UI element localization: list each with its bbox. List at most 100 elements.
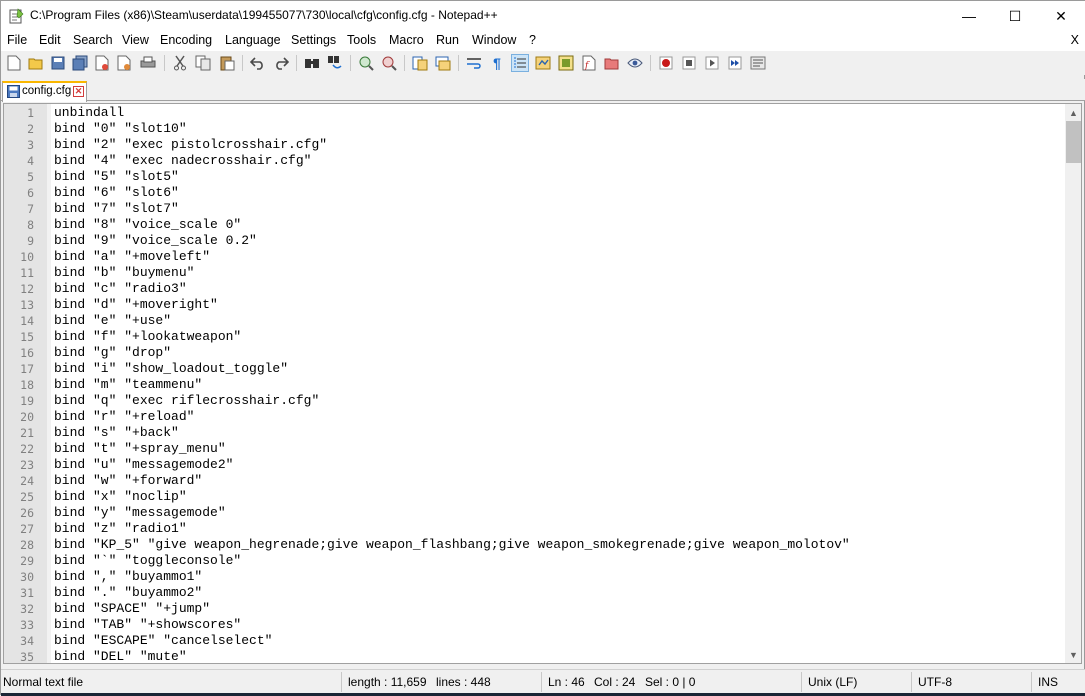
line-text: bind "." "buyammo2": [54, 585, 203, 600]
text-editor[interactable]: 1 unbindall 2 bind "0" "slot10" 3 bind "2" "e…: [3, 103, 1082, 664]
line-text: bind "9" "voice_scale 0.2": [54, 233, 257, 248]
line-number: 27: [20, 522, 34, 536]
scrollbar-thumb[interactable]: [1066, 121, 1081, 163]
line-number: 31: [20, 586, 34, 600]
indent-guide-icon[interactable]: [511, 54, 529, 72]
line-number: 26: [20, 506, 34, 520]
close-window-button[interactable]: ✕: [1038, 1, 1084, 31]
encoding-status[interactable]: UTF-8: [918, 675, 952, 689]
code-line: 24 bind "w" "+forward": [4, 473, 1064, 489]
line-text: bind "8" "voice_scale 0": [54, 217, 242, 232]
code-line: 4 bind "4" "exec nadecrosshair.cfg": [4, 153, 1064, 169]
save-all-icon[interactable]: [71, 54, 89, 72]
sync-horizontal-icon[interactable]: [434, 54, 452, 72]
menu-help[interactable]: ?: [529, 33, 536, 47]
line-text: bind "g" "drop": [54, 345, 172, 360]
record-macro-icon[interactable]: [657, 54, 675, 72]
line-text: unbindall: [54, 105, 125, 120]
run-macro-multiple-icon[interactable]: [726, 54, 744, 72]
save-icon[interactable]: [49, 54, 67, 72]
status-bar: Normal text file length : 11,659 lines :…: [1, 669, 1085, 693]
line-text: bind "y" "messagemode": [54, 505, 226, 520]
close-document-button[interactable]: X: [1071, 33, 1079, 47]
user-defined-language-icon[interactable]: [534, 54, 552, 72]
close-file-icon[interactable]: [93, 54, 111, 72]
tab-close-button[interactable]: ✕: [73, 86, 84, 97]
menu-language[interactable]: Language: [225, 33, 281, 47]
code-line: 17 bind "i" "show_loadout_toggle": [4, 361, 1064, 377]
line-text: bind "7" "slot7": [54, 201, 179, 216]
menu-settings[interactable]: Settings: [291, 33, 336, 47]
save-macro-icon[interactable]: [749, 54, 767, 72]
menu-view[interactable]: View: [122, 33, 149, 47]
new-file-icon[interactable]: [5, 54, 23, 72]
stop-macro-icon[interactable]: [680, 54, 698, 72]
monitoring-eye-icon[interactable]: [626, 54, 644, 72]
menu-macro[interactable]: Macro: [389, 33, 424, 47]
print-icon[interactable]: [139, 54, 157, 72]
tab-bar: config.cfg ✕: [1, 79, 1085, 102]
code-line: 33 bind "TAB" "+showscores": [4, 617, 1064, 633]
menu-search[interactable]: Search: [73, 33, 113, 47]
find-icon[interactable]: [303, 54, 321, 72]
line-text: bind "ESCAPE" "cancelselect": [54, 633, 273, 648]
line-text: bind "," "buyammo1": [54, 569, 203, 584]
scroll-down-arrow-icon[interactable]: ▼: [1065, 646, 1081, 663]
window-title: C:\Program Files (x86)\Steam\userdata\19…: [30, 8, 498, 22]
code-line: 2 bind "0" "slot10": [4, 121, 1064, 137]
show-all-characters-icon[interactable]: ¶: [488, 54, 506, 72]
zoom-in-icon[interactable]: [357, 54, 375, 72]
line-number: 28: [20, 538, 34, 552]
insert-mode-status[interactable]: INS: [1038, 675, 1058, 689]
tab-config-cfg[interactable]: config.cfg ✕: [2, 81, 87, 102]
length-status: length : 11,659: [348, 675, 427, 689]
undo-icon[interactable]: [249, 54, 267, 72]
status-separator: [341, 672, 342, 692]
menu-window[interactable]: Window: [472, 33, 516, 47]
code-line: 9 bind "9" "voice_scale 0.2": [4, 233, 1064, 249]
line-text: bind "`" "toggleconsole": [54, 553, 242, 568]
open-file-icon[interactable]: [27, 54, 45, 72]
replace-icon[interactable]: [326, 54, 344, 72]
line-number: 16: [20, 346, 34, 360]
line-number: 12: [20, 282, 34, 296]
maximize-button[interactable]: ☐: [992, 1, 1038, 31]
document-map-icon[interactable]: [557, 54, 575, 72]
code-line: 26 bind "y" "messagemode": [4, 505, 1064, 521]
play-macro-icon[interactable]: [703, 54, 721, 72]
code-line: 19 bind "q" "exec riflecrosshair.cfg": [4, 393, 1064, 409]
close-all-icon[interactable]: [115, 54, 133, 72]
code-line: 27 bind "z" "radio1": [4, 521, 1064, 537]
folder-as-workspace-icon[interactable]: [603, 54, 621, 72]
eol-format-status[interactable]: Unix (LF): [808, 675, 857, 689]
code-line: 12 bind "c" "radio3": [4, 281, 1064, 297]
sync-vertical-icon[interactable]: [411, 54, 429, 72]
status-separator: [1031, 672, 1032, 692]
title-bar[interactable]: C:\Program Files (x86)\Steam\userdata\19…: [1, 1, 1085, 31]
line-position-status: Ln : 46: [548, 675, 585, 689]
menu-edit[interactable]: Edit: [39, 33, 61, 47]
minimize-button[interactable]: —: [946, 1, 992, 31]
vertical-scrollbar[interactable]: ▲ ▼: [1065, 104, 1081, 663]
cut-icon[interactable]: [171, 54, 189, 72]
menu-file[interactable]: File: [7, 33, 27, 47]
tab-label: config.cfg: [22, 85, 72, 97]
line-number: 6: [27, 186, 34, 200]
menu-tools[interactable]: Tools: [347, 33, 376, 47]
status-separator: [541, 672, 542, 692]
menu-encoding[interactable]: Encoding: [160, 33, 212, 47]
column-position-status: Col : 24: [594, 675, 636, 689]
menu-run[interactable]: Run: [436, 33, 459, 47]
zoom-out-icon[interactable]: [380, 54, 398, 72]
toolbar-separator: [296, 55, 297, 71]
copy-icon[interactable]: [194, 54, 212, 72]
word-wrap-icon[interactable]: [465, 54, 483, 72]
function-list-icon[interactable]: f: [580, 54, 598, 72]
paste-icon[interactable]: [218, 54, 236, 72]
scroll-up-arrow-icon[interactable]: ▲: [1065, 104, 1081, 121]
notepad-app-icon: [9, 8, 24, 24]
line-text: bind "SPACE" "+jump": [54, 601, 211, 616]
code-line: 23 bind "u" "messagemode2": [4, 457, 1064, 473]
line-text: bind "f" "+lookatweapon": [54, 329, 242, 344]
redo-icon[interactable]: [272, 54, 290, 72]
